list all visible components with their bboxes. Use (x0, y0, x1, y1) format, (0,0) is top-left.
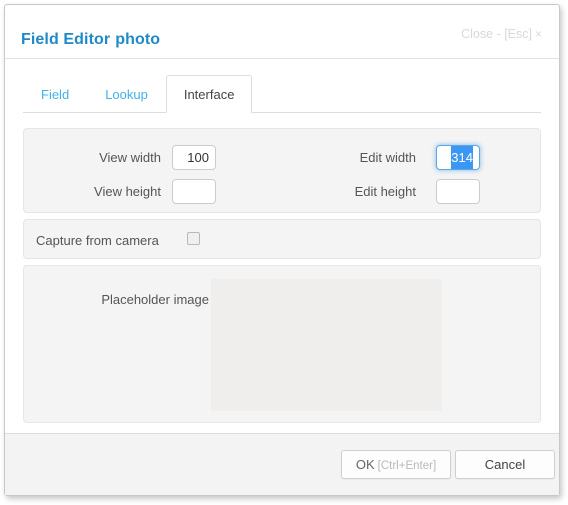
tab-bar: Field Lookup Interface (23, 75, 541, 113)
ok-button-label: OK (355, 457, 375, 472)
edit-width-label: Edit width (359, 150, 416, 165)
edit-height-input[interactable] (436, 179, 480, 204)
edit-height-label: Edit height (354, 184, 416, 199)
ok-button-shortcut-hint: [Ctrl+Enter] (377, 460, 437, 472)
capture-from-camera-label: Capture from camera (36, 233, 159, 248)
tab-bar-underline (23, 112, 541, 113)
dialog-title-field-name: photo (115, 31, 161, 48)
view-height-input[interactable] (172, 179, 216, 204)
tab-field[interactable]: Field (23, 75, 87, 113)
placeholder-image-preview[interactable] (211, 279, 442, 411)
ok-button[interactable]: OK [Ctrl+Enter] (341, 450, 451, 479)
view-width-input[interactable] (172, 145, 216, 170)
placeholder-image-panel: Placeholder image (23, 265, 541, 423)
dialog-footer: OK [Ctrl+Enter] Cancel (5, 433, 559, 495)
close-button[interactable]: Close - [Esc] × (461, 27, 542, 41)
dialog-header: Field Editor photo Close - [Esc] × (5, 5, 559, 59)
close-icon: × (534, 27, 542, 41)
dialog-body: Field Lookup Interface View width View h… (5, 59, 559, 433)
edit-width-input[interactable]: 314 (436, 145, 480, 170)
dialog-title: Field Editor photo (21, 31, 160, 49)
field-editor-dialog: Field Editor photo Close - [Esc] × Field L… (4, 4, 560, 496)
size-settings-panel: View width View height Edit width 314 Ed… (23, 128, 541, 213)
capture-from-camera-checkbox[interactable] (187, 232, 200, 245)
dialog-title-prefix: Field Editor (21, 31, 111, 48)
edit-width-selected-value: 314 (451, 146, 473, 169)
close-button-label: Close - [Esc] (461, 27, 532, 41)
view-width-label: View width (99, 150, 161, 165)
placeholder-image-label: Placeholder image (101, 292, 209, 307)
tab-interface[interactable]: Interface (165, 75, 253, 113)
cancel-button[interactable]: Cancel (455, 450, 555, 479)
view-height-label: View height (94, 184, 161, 199)
tab-lookup[interactable]: Lookup (87, 75, 166, 113)
capture-from-camera-panel: Capture from camera (23, 219, 541, 259)
